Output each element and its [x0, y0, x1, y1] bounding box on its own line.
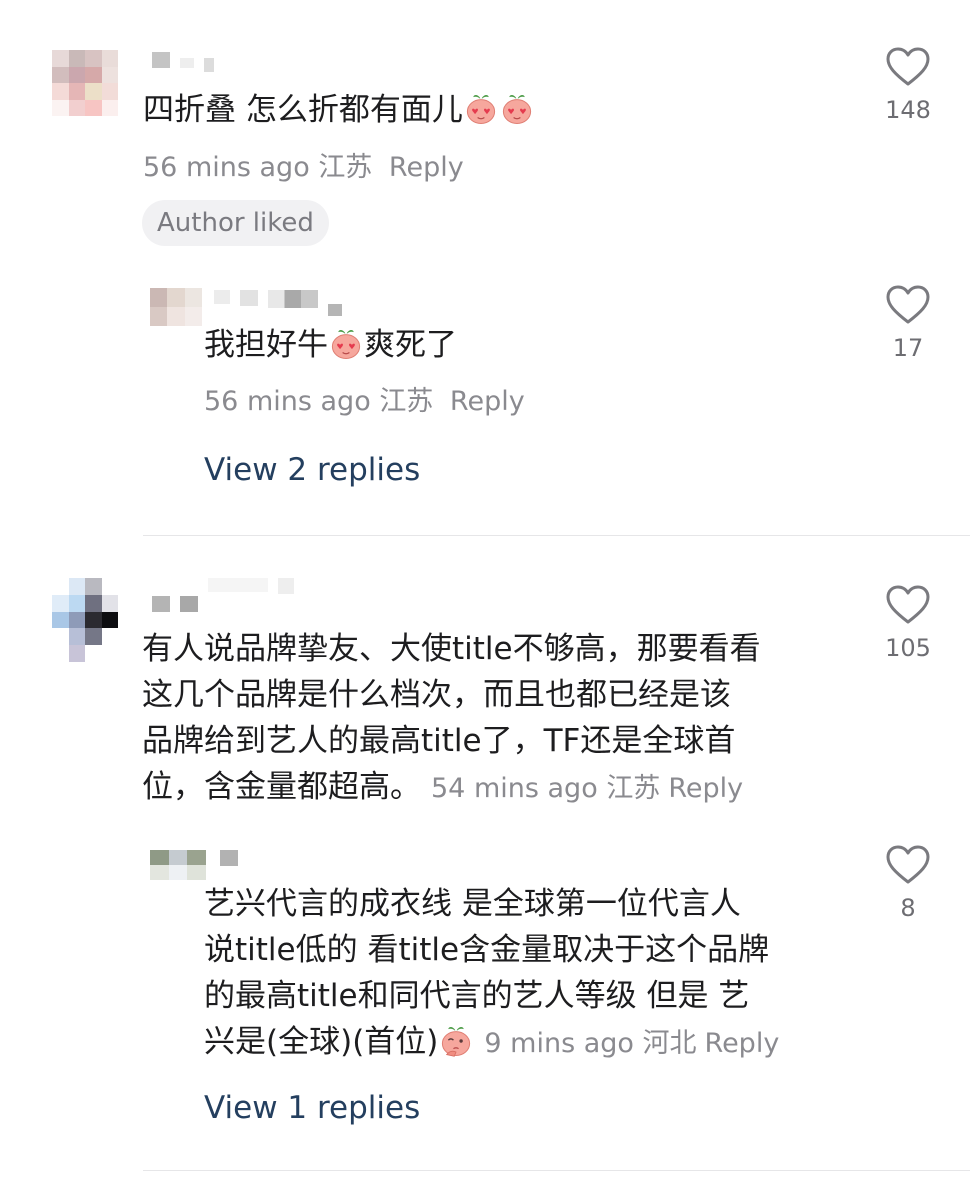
reply-body-start: 我担好牛	[204, 327, 328, 363]
location: 河北	[642, 1028, 697, 1059]
comment-line: 位，含金量都超高。	[142, 769, 421, 805]
comment-meta: 56 mins ago 江苏 Reply	[143, 145, 464, 184]
reply-button[interactable]: Reply	[389, 152, 464, 183]
reply-meta: 56 mins ago 江苏 Reply	[204, 379, 525, 418]
comment-meta: 54 mins ago 江苏 Reply	[431, 773, 743, 804]
reply-last-line: 兴是(全球)(首位) 9 mins ago 河北 Reply	[204, 1019, 814, 1067]
comment-line: 这几个品牌是什么档次，而且也都已经是该	[142, 677, 731, 713]
divider	[143, 535, 970, 536]
comments-page: 四折叠 怎么折都有面儿 56 mins ago 江苏 Reply Author …	[0, 0, 970, 1180]
view-replies-button[interactable]: View 2 replies	[204, 452, 420, 488]
reply-body-end: 爽死了	[364, 327, 457, 363]
comment-body: 四折叠 怎么折都有面儿	[143, 92, 463, 128]
reply-button[interactable]: Reply	[668, 773, 743, 804]
like-button[interactable]: 148	[878, 46, 938, 124]
reply-line: 说title低的 看title含金量取决于这个品牌	[204, 932, 770, 968]
avatar[interactable]	[52, 578, 118, 662]
location: 江苏	[318, 152, 373, 183]
like-count: 8	[900, 894, 916, 922]
like-count: 148	[885, 96, 931, 124]
location: 江苏	[606, 773, 661, 804]
heart-outline-icon	[886, 845, 930, 884]
like-count: 105	[885, 634, 931, 662]
reply-meta: 9 mins ago 河北 Reply	[484, 1028, 779, 1059]
comment-text: 四折叠 怎么折都有面儿	[143, 87, 843, 133]
heart-eyes-peach-emoji	[466, 94, 495, 124]
username-redacted[interactable]	[220, 850, 238, 866]
heart-eyes-peach-emoji	[502, 94, 531, 124]
reply-button[interactable]: Reply	[450, 386, 525, 417]
heart-outline-icon	[886, 585, 930, 624]
thinking-peach-emoji	[442, 1026, 471, 1057]
timestamp: 9 mins ago	[484, 1028, 634, 1059]
heart-eyes-peach-emoji	[331, 329, 361, 359]
avatar[interactable]	[52, 50, 118, 116]
avatar[interactable]	[150, 850, 206, 880]
timestamp: 56 mins ago	[143, 152, 310, 183]
author-liked-badge: Author liked	[142, 200, 329, 246]
like-count: 17	[892, 334, 924, 362]
username-redacted[interactable]	[152, 52, 214, 72]
location: 江苏	[379, 386, 434, 417]
like-button[interactable]: 8	[878, 844, 938, 922]
reply-text: 艺兴代言的成衣线 是全球第一位代言人 说title低的 看title含金量取决于…	[204, 881, 814, 1067]
avatar[interactable]	[150, 288, 202, 326]
comment-last-line: 位，含金量都超高。 54 mins ago 江苏 Reply	[142, 764, 842, 812]
timestamp: 54 mins ago	[431, 773, 598, 804]
like-button[interactable]: 17	[878, 284, 938, 362]
reply-text: 我担好牛 爽死了	[204, 322, 844, 368]
reply-line: 艺兴代言的成衣线 是全球第一位代言人	[204, 886, 741, 922]
reply-line: 兴是(全球)(首位)	[204, 1024, 439, 1060]
timestamp: 56 mins ago	[204, 386, 371, 417]
reply-button[interactable]: Reply	[705, 1028, 780, 1059]
view-replies-button[interactable]: View 1 replies	[204, 1090, 420, 1126]
comment-line: 品牌给到艺人的最高title了，TF还是全球首	[142, 723, 736, 759]
like-button[interactable]: 105	[878, 584, 938, 662]
reply-line: 的最高title和同代言的艺人等级 但是 艺	[204, 978, 750, 1014]
heart-outline-icon	[886, 285, 930, 324]
username-redacted[interactable]	[152, 578, 294, 612]
divider	[143, 1170, 970, 1171]
heart-outline-icon	[886, 47, 930, 86]
comment-line: 有人说品牌挚友、大使title不够高，那要看看	[142, 631, 761, 667]
comment-text: 有人说品牌挚友、大使title不够高，那要看看 这几个品牌是什么档次，而且也都已…	[142, 626, 842, 812]
username-redacted[interactable]	[214, 290, 342, 316]
